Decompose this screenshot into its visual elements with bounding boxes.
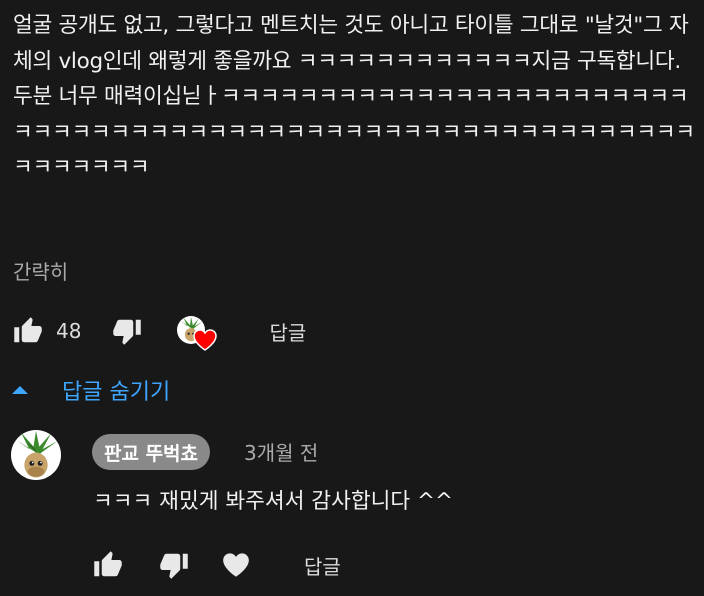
dislike-button[interactable] bbox=[111, 316, 143, 346]
thumb-down-icon bbox=[113, 319, 142, 345]
like-button[interactable] bbox=[12, 316, 44, 346]
reply-author-chip[interactable]: 판교 뚜벅쵸 bbox=[92, 434, 211, 470]
caret-up-icon bbox=[12, 386, 28, 394]
reply-timestamp[interactable]: 3개월 전 bbox=[244, 437, 318, 466]
reply-text: ㅋㅋㅋ 재밌게 봐주셔서 감사합니다 ^^ bbox=[93, 489, 454, 514]
reply-reply-button[interactable]: 답글 bbox=[304, 551, 341, 580]
heart-icon bbox=[223, 553, 249, 577]
comment-text: 얼굴 공개도 없고, 그렇다고 멘트치는 것도 아니고 타이틀 그대로 "날것"… bbox=[13, 13, 695, 180]
reply-heart-button[interactable] bbox=[222, 552, 250, 578]
thumb-up-icon bbox=[14, 317, 42, 343]
reply-dislike-button[interactable] bbox=[158, 550, 190, 580]
creator-heart-icon bbox=[193, 329, 218, 351]
reply-button[interactable]: 답글 bbox=[269, 317, 306, 346]
thumb-up-icon bbox=[94, 551, 122, 577]
creator-heart-badge bbox=[177, 314, 218, 351]
thumb-down-icon bbox=[160, 553, 188, 579]
hide-replies-label: 답글 숨기기 bbox=[62, 380, 171, 405]
reply-like-button[interactable] bbox=[92, 550, 124, 580]
comment-action-bar: 48 답글 bbox=[12, 314, 306, 351]
show-less-link[interactable]: 간략히 bbox=[13, 256, 68, 285]
hide-replies-toggle[interactable]: 답글 숨기기 bbox=[12, 374, 170, 406]
reply-author-avatar[interactable] bbox=[11, 430, 61, 480]
like-count: 48 bbox=[56, 319, 82, 343]
reply-author-name: 판교 뚜벅쵸 bbox=[104, 442, 199, 465]
reply-action-bar: 답글 bbox=[92, 548, 341, 582]
